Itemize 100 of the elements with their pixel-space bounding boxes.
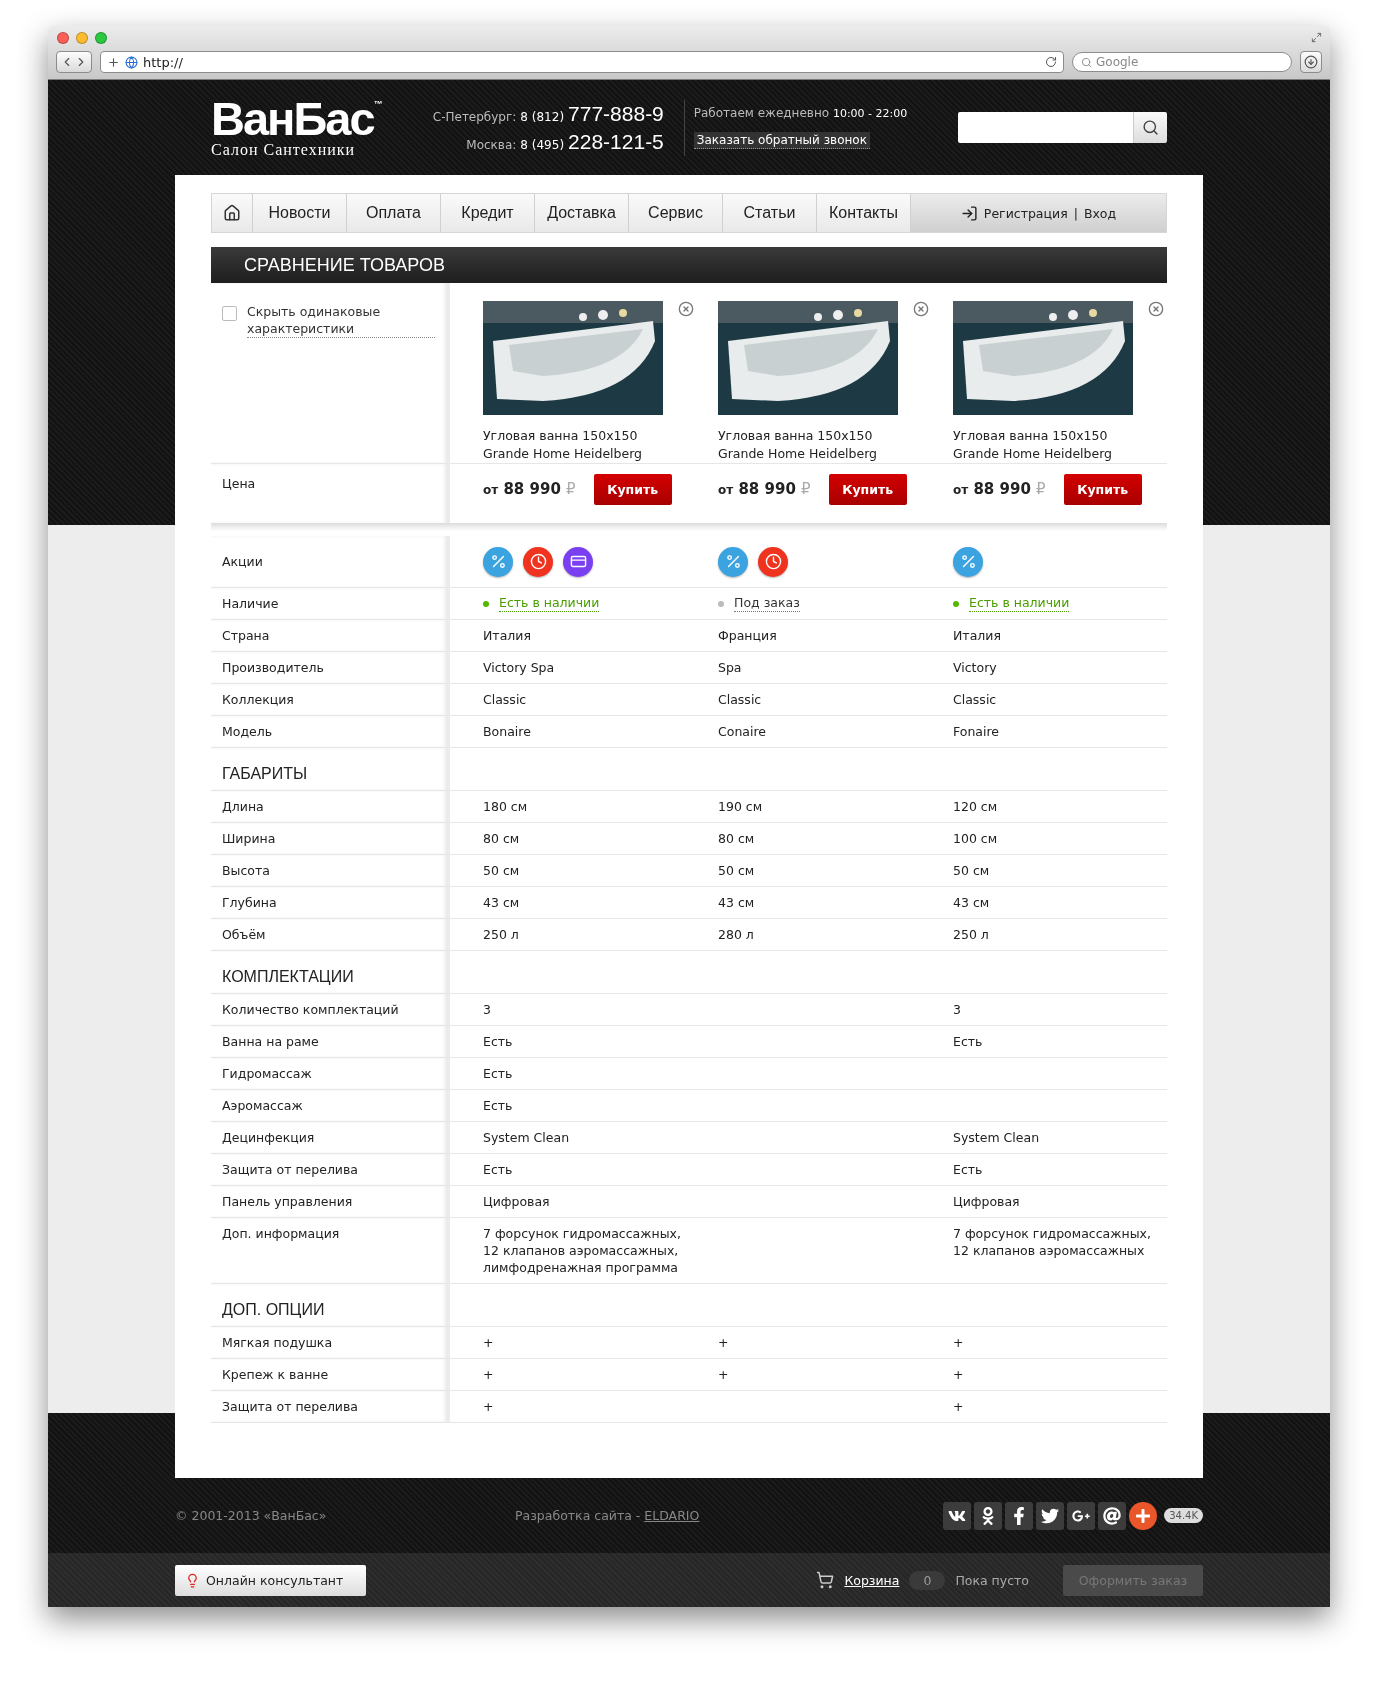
percent-icon[interactable] (718, 546, 748, 577)
downloads-button[interactable] (1300, 51, 1322, 73)
cart-status: Пока пусто (955, 1572, 1029, 1588)
table-cell: 50 см (685, 855, 920, 887)
google-plus-icon[interactable] (1067, 1501, 1096, 1530)
nav-item[interactable]: Новости (253, 194, 347, 232)
row-label: Крепеж к ванне (211, 1359, 450, 1391)
vk-icon[interactable] (943, 1501, 972, 1530)
price: от 88 990 ₽ (718, 480, 811, 499)
table-cell: Италия (450, 620, 685, 652)
hide-same-link[interactable]: Скрыть одинаковые характеристики (247, 303, 435, 338)
row-label: Длина (211, 791, 450, 823)
table-cell: Есть (450, 1154, 685, 1186)
table-cell: 190 см (685, 791, 920, 823)
table-cell: System Clean (450, 1122, 685, 1154)
percent-icon[interactable] (483, 546, 513, 577)
cart-link[interactable]: Корзина (844, 1572, 900, 1588)
logo[interactable]: ВанБас™ Салон Сантехники (211, 96, 396, 159)
facebook-icon[interactable] (1005, 1501, 1034, 1530)
credit-card-icon[interactable] (563, 546, 593, 577)
register-link[interactable]: Регистрация (983, 205, 1068, 221)
search-field[interactable] (958, 112, 1167, 143)
row-label: Защита от перелива (211, 1391, 450, 1423)
close-button[interactable] (913, 301, 929, 317)
table-cell: 50 см (450, 855, 685, 887)
checkbox[interactable] (222, 306, 237, 321)
table-cell: 250 л (920, 919, 1167, 951)
at-sign-icon[interactable] (1098, 1501, 1127, 1530)
back-forward-control[interactable] (56, 51, 92, 73)
product-name[interactable]: Угловая ванна 150x150 Grande Home Heidelberg (718, 427, 918, 463)
ok-icon[interactable] (974, 1501, 1003, 1530)
share-count: 34.4K (1164, 1508, 1203, 1523)
online-consultant-button[interactable]: Онлайн консультант (175, 1564, 366, 1596)
row-label: Наличие (211, 588, 450, 620)
table-cell: + (920, 1391, 1167, 1423)
percent-icon[interactable] (953, 546, 983, 577)
row-label: Страна (211, 620, 450, 652)
table-cell: 3 (450, 994, 685, 1026)
row-label: Аэромассаж (211, 1090, 450, 1122)
developer-link[interactable]: ELDARIO (644, 1508, 700, 1523)
row-label: Мягкая подушка (211, 1327, 450, 1359)
buy-button[interactable]: Купить (828, 474, 907, 505)
minimize-window-button[interactable] (76, 32, 88, 44)
table-cell: Conaire (685, 716, 920, 748)
row-label: Ширина (211, 823, 450, 855)
close-window-button[interactable] (57, 32, 69, 44)
table-cell: 280 л (685, 919, 920, 951)
clock-icon[interactable] (523, 546, 553, 577)
reload-icon (1045, 56, 1057, 68)
product-name[interactable]: Угловая ванна 150x150 Grande Home Heidelberg (483, 427, 683, 463)
search-icon (1142, 119, 1159, 136)
twitter-icon[interactable] (1036, 1501, 1065, 1530)
section-heading: ГАБАРИТЫ (211, 748, 450, 791)
table-cell: + (450, 1327, 685, 1359)
copyright: © 2001-2013 «ВанБас» (175, 1508, 328, 1523)
house-icon (223, 204, 241, 222)
add-icon (107, 55, 120, 69)
product-name[interactable]: Угловая ванна 150x150 Grande Home Heidelberg (953, 427, 1153, 463)
developer-credit: Разработка сайта - ELDARIO (515, 1508, 700, 1523)
buy-button[interactable]: Купить (1063, 474, 1142, 505)
table-cell: 3 (920, 994, 1167, 1026)
buy-button[interactable]: Купить (593, 474, 672, 505)
download-icon (1304, 55, 1318, 69)
nav-item[interactable]: Кредит (441, 194, 535, 232)
close-button[interactable] (1148, 301, 1164, 317)
close-button[interactable] (678, 301, 694, 317)
plus-icon[interactable] (1129, 1501, 1158, 1530)
fullscreen-icon[interactable] (1311, 32, 1322, 43)
phone-number: Москва: 8 (495) 228-121-5 (466, 129, 664, 154)
clock-icon[interactable] (758, 546, 788, 577)
table-cell: Victory Spa (450, 652, 685, 684)
row-label: Доп. информация (211, 1218, 450, 1284)
table-cell: + (920, 1327, 1167, 1359)
row-label: Гидромассаж (211, 1058, 450, 1090)
table-cell: 250 л (450, 919, 685, 951)
cart-icon (816, 1571, 835, 1589)
callback-link[interactable]: Заказать обратный звонок (693, 132, 870, 149)
address-bar[interactable]: http:// (100, 51, 1064, 73)
search-button[interactable] (1133, 112, 1167, 143)
nav-item[interactable]: Доставка (535, 194, 629, 232)
table-cell: + (450, 1359, 685, 1391)
row-label: Защита от перелива (211, 1154, 450, 1186)
table-cell: + (685, 1327, 920, 1359)
login-link[interactable]: Вход (1083, 205, 1117, 221)
table-cell: Bonaire (450, 716, 685, 748)
row-label: Децинфекция (211, 1122, 450, 1154)
table-cell: Fonaire (920, 716, 1167, 748)
availability-link[interactable]: Под заказ (734, 595, 800, 612)
lightbulb-icon (185, 1572, 200, 1588)
table-cell: Есть (920, 1026, 1167, 1058)
browser-search-field[interactable]: Google (1072, 52, 1292, 72)
table-cell: Classic (920, 684, 1167, 716)
working-hours: Работаем ежедневно 10:00 - 22:00 (693, 106, 909, 120)
table-cell: Victory (920, 652, 1167, 684)
nav-item[interactable]: Сервис (629, 194, 723, 232)
nav-item[interactable]: Оплата (347, 194, 441, 232)
zoom-window-button[interactable] (95, 32, 107, 44)
globe-icon (125, 55, 138, 69)
row-label: Высота (211, 855, 450, 887)
nav-item[interactable]: Статьи (723, 194, 817, 232)
